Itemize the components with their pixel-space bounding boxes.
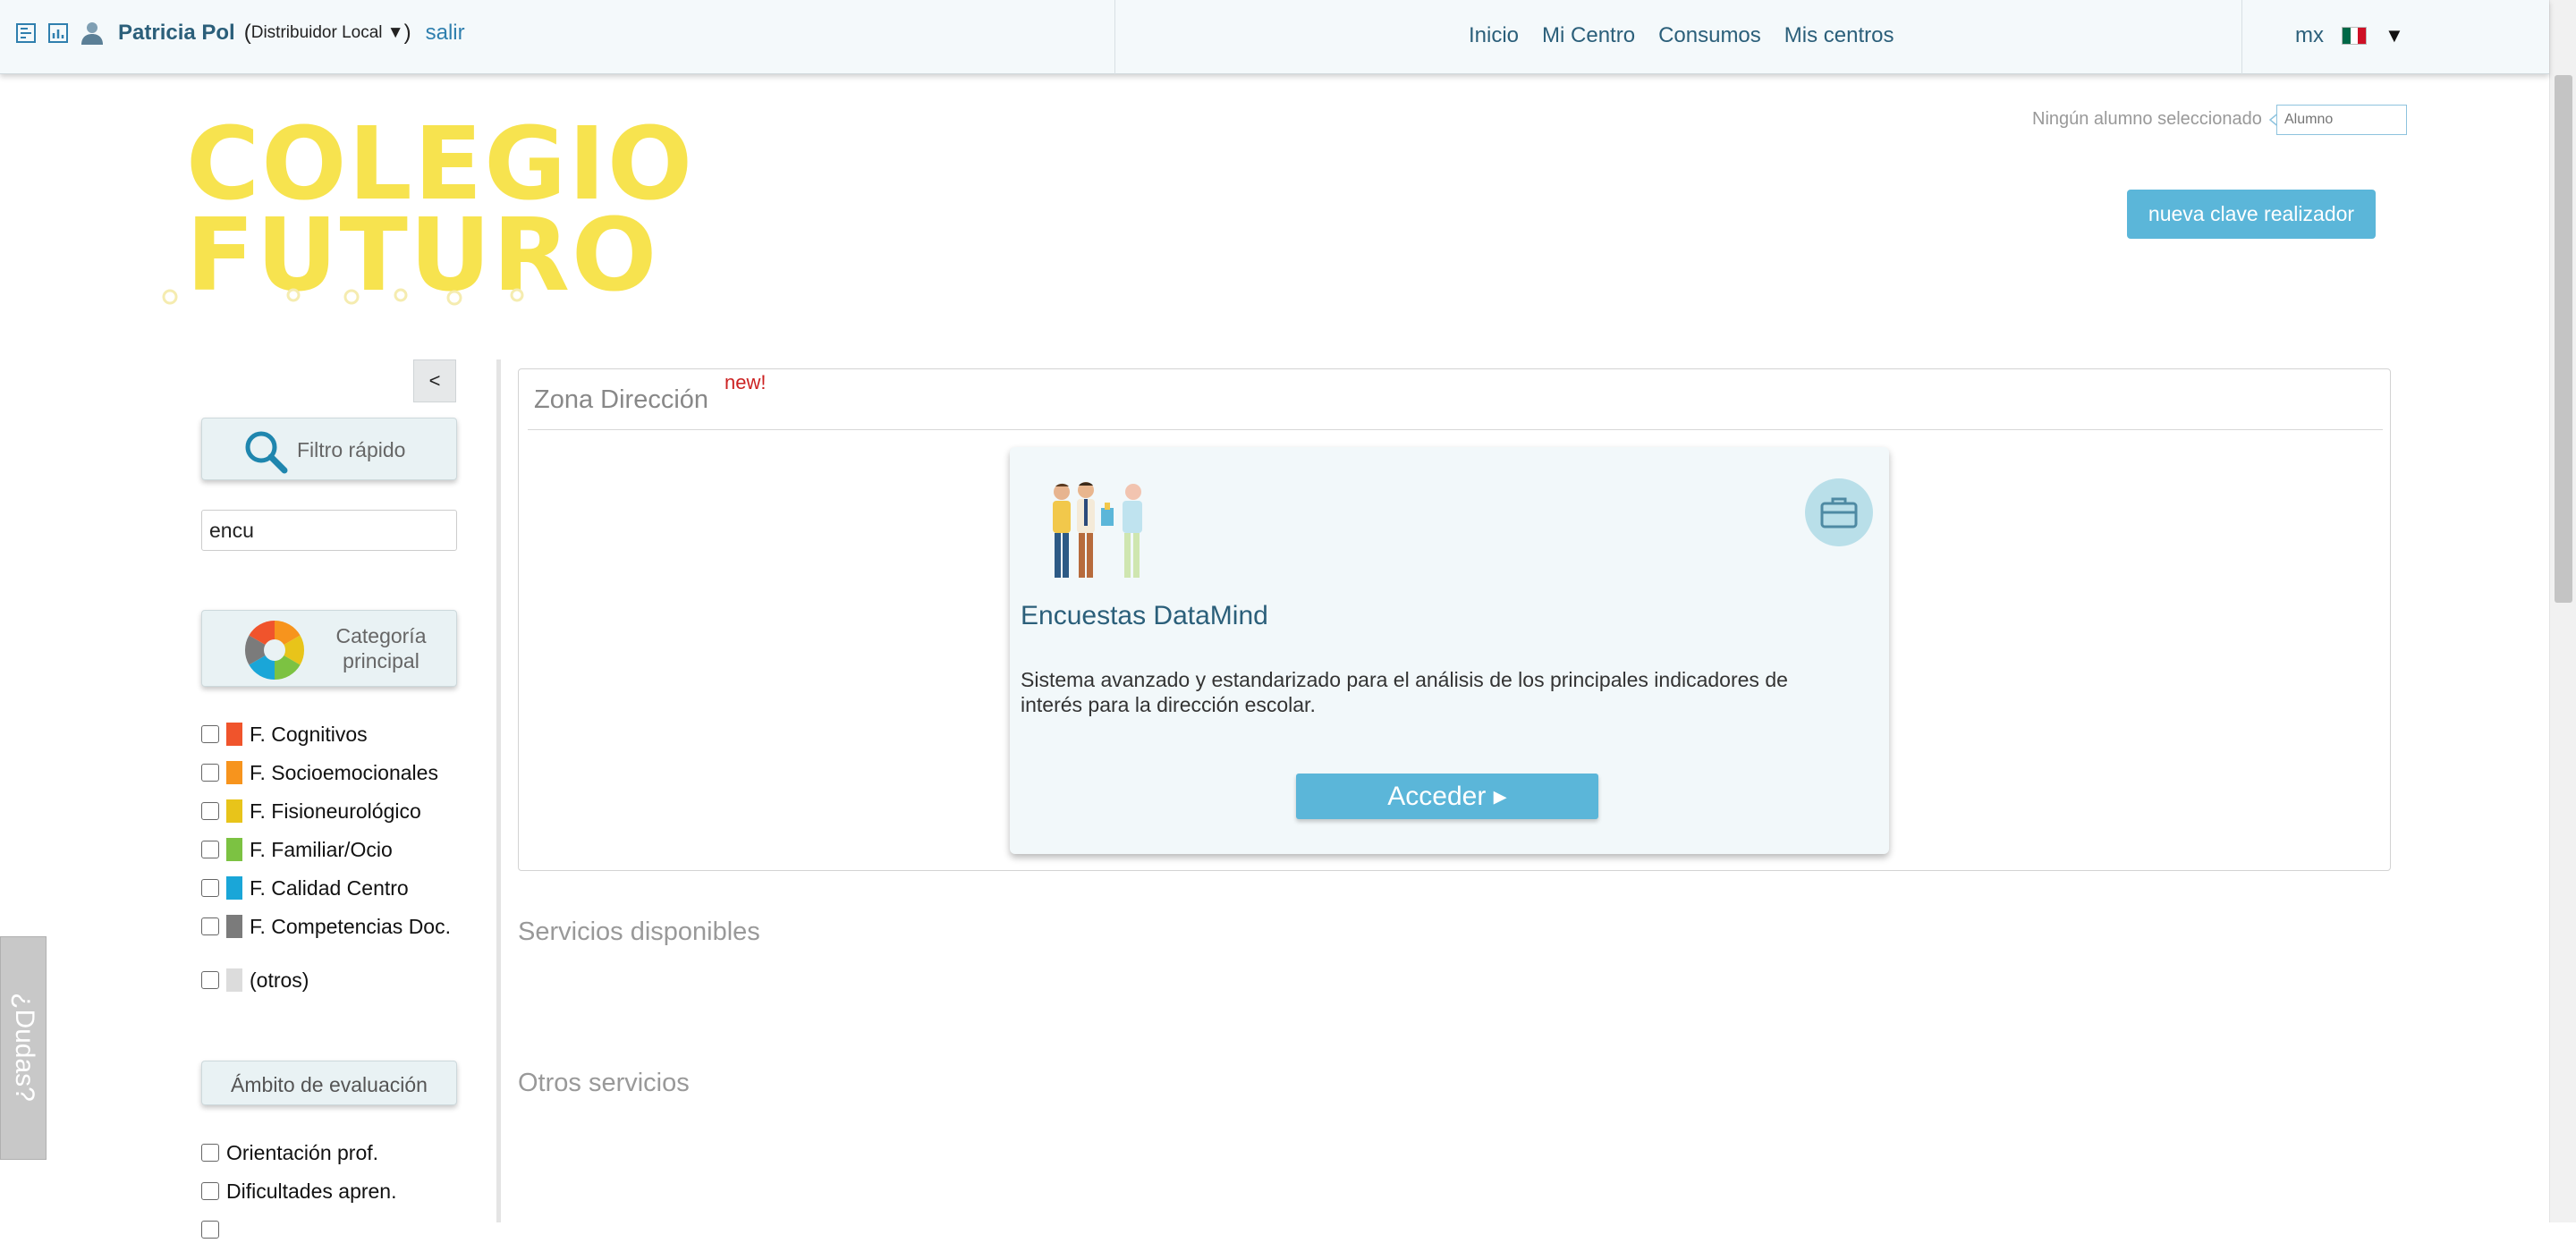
quick-filter-label: Filtro rápido [297, 438, 406, 461]
sidebar-divider [496, 359, 501, 1222]
report-icon[interactable] [14, 21, 38, 45]
category-color-swatch [226, 799, 242, 823]
stats-icon[interactable] [47, 21, 70, 45]
help-tab[interactable]: ¿Dudas? [0, 936, 47, 1160]
direction-zone-title: Zona Dirección [534, 385, 709, 414]
nav-mis-centros[interactable]: Mis centros [1784, 23, 1894, 48]
student-status: Ningún alumno seleccionado [2032, 109, 2262, 129]
nav-inicio[interactable]: Inicio [1469, 23, 1519, 48]
category-color-swatch [226, 723, 242, 746]
paren-close: ) [403, 21, 411, 45]
scope-checkbox[interactable] [201, 1182, 219, 1200]
category-item[interactable]: (otros) [201, 967, 309, 994]
available-services-heading: Servicios disponibles [518, 917, 760, 946]
category-wheel-icon [244, 621, 305, 680]
category-color-swatch [226, 876, 242, 900]
category-label: F. Familiar/Ocio [250, 837, 393, 861]
category-color-swatch [226, 968, 242, 992]
user-icon [79, 20, 106, 47]
search-icon [245, 431, 288, 474]
language-code[interactable]: mx [2295, 23, 2324, 48]
category-label: F. Cognitivos [250, 722, 368, 746]
mexico-flag-icon[interactable] [2342, 27, 2367, 45]
user-name[interactable]: Patricia Pol [118, 21, 235, 46]
category-color-swatch [226, 838, 242, 861]
language-dropdown-caret[interactable]: ▼ [2385, 24, 2404, 47]
category-label: F. Competencias Doc. [250, 914, 451, 938]
logo-decoration-icon [162, 288, 524, 306]
category-checkbox[interactable] [201, 725, 219, 743]
service-card-datamind: Encuestas DataMind Sistema avanzado y es… [1010, 447, 1889, 854]
category-checkbox[interactable] [201, 841, 219, 858]
language-selector[interactable]: mx ▼ [2295, 23, 2404, 48]
main-nav: Inicio Mi Centro Consumos Mis centros [1469, 23, 1894, 48]
category-checkbox[interactable] [201, 917, 219, 935]
scope-item[interactable]: Dificultades apren. [201, 1178, 397, 1205]
scope-checkbox[interactable] [201, 1221, 219, 1239]
new-key-button[interactable]: nueva clave realizador [2127, 190, 2376, 239]
scrollbar-thumb[interactable] [2555, 75, 2572, 603]
category-item[interactable]: F. Calidad Centro [201, 875, 409, 901]
category-item[interactable]: F. Fisioneurológico [201, 798, 421, 824]
category-label: F. Calidad Centro [250, 875, 409, 900]
quick-filter-input[interactable] [201, 510, 457, 551]
topbar-divider [2241, 0, 2242, 74]
category-item[interactable]: F. Cognitivos [201, 721, 368, 748]
logout-link[interactable]: salir [426, 21, 465, 46]
category-item[interactable]: F. Familiar/Ocio [201, 836, 393, 863]
top-bar: Patricia Pol (Distribuidor Local ▼) sali… [0, 0, 2549, 74]
user-area: Patricia Pol (Distribuidor Local ▼) sali… [14, 20, 465, 47]
page-scrollbar[interactable] [2549, 0, 2576, 1222]
help-tab-label: ¿Dudas? [10, 993, 39, 1102]
category-item[interactable]: F. Socioemocionales [201, 759, 438, 786]
scope-item[interactable]: Orientación prof. [201, 1139, 378, 1166]
nav-mi-centro[interactable]: Mi Centro [1542, 23, 1635, 48]
scope-label: Dificultades apren. [226, 1179, 397, 1203]
category-color-swatch [226, 761, 242, 784]
scope-item[interactable] [201, 1216, 226, 1243]
service-description: Sistema avanzado y estandarizado para el… [1021, 668, 1788, 716]
scope-label: Orientación prof. [226, 1140, 379, 1164]
school-logo: COLEGIO FUTURO [159, 109, 696, 324]
scope-checkbox[interactable] [201, 1144, 219, 1162]
category-checkbox[interactable] [201, 971, 219, 989]
category-label: (otros) [250, 968, 309, 992]
evaluation-scope-label: Ámbito de evaluación [231, 1073, 428, 1096]
category-label: F. Socioemocionales [250, 760, 438, 784]
briefcase-icon [1805, 478, 1873, 546]
quick-filter-button[interactable]: Filtro rápido [201, 418, 457, 480]
new-badge: new! [724, 371, 767, 393]
role-selector[interactable]: Distribuidor Local ▼ [251, 23, 404, 43]
team-people-icon [1053, 482, 1142, 578]
category-checkbox[interactable] [201, 879, 219, 897]
nav-consumos[interactable]: Consumos [1658, 23, 1761, 48]
paren-open: ( [243, 21, 251, 45]
category-checkbox[interactable] [201, 764, 219, 782]
student-search-input[interactable] [2276, 105, 2407, 135]
topbar-divider [1114, 0, 1115, 74]
category-color-swatch [226, 915, 242, 938]
category-item[interactable]: F. Competencias Doc. [201, 913, 451, 940]
evaluation-scope-button[interactable]: Ámbito de evaluación [201, 1061, 457, 1105]
main-category-button[interactable]: Categoría principal [201, 610, 457, 687]
other-services-heading: Otros servicios [518, 1069, 690, 1097]
category-label: F. Fisioneurológico [250, 799, 421, 823]
main-category-label: Categoría principal [335, 624, 427, 672]
service-title: Encuestas DataMind [1021, 601, 1268, 630]
panel-divider [528, 429, 2383, 430]
category-checkbox[interactable] [201, 802, 219, 820]
collapse-sidebar-button[interactable]: < [413, 359, 456, 402]
access-button[interactable]: Acceder ▸ [1296, 774, 1598, 819]
